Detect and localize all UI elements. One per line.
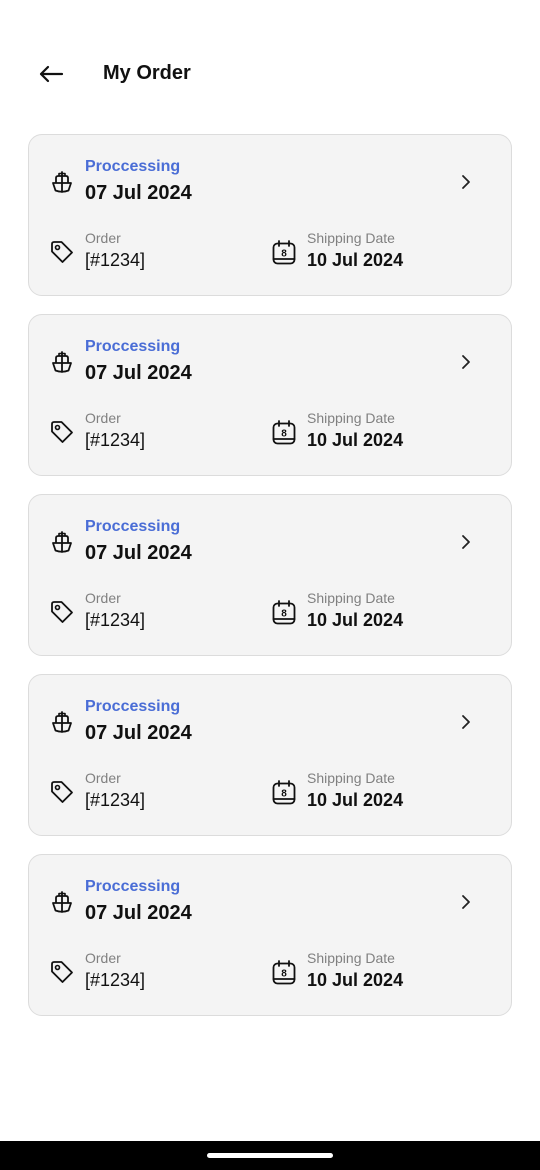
order-card-5[interactable]: Proccessing 07 Jul 2024 Order [#1234] 8 … — [28, 854, 512, 1016]
order-status: Proccessing — [85, 878, 181, 895]
arrow-left-icon — [39, 65, 64, 83]
ship-icon — [52, 171, 72, 193]
svg-text:8: 8 — [281, 789, 287, 800]
shipping-date-label: Shipping Date — [307, 230, 395, 246]
order-date: 07 Jul 2024 — [85, 182, 192, 204]
order-number: [#1234] — [85, 250, 146, 270]
shipping-date-label: Shipping Date — [307, 410, 395, 426]
shipping-date: 10 Jul 2024 — [307, 250, 404, 270]
chevron-right-icon — [462, 715, 470, 729]
back-button[interactable] — [30, 56, 72, 92]
tag-icon — [51, 961, 73, 983]
shipping-date-label: Shipping Date — [307, 590, 395, 606]
order-card-1[interactable]: Proccessing 07 Jul 2024 Order [#1234] 8 … — [28, 134, 512, 296]
shipping-date: 10 Jul 2024 — [307, 970, 404, 990]
calendar-icon: 8 — [272, 420, 296, 445]
order-label: Order — [85, 950, 121, 966]
ship-icon — [52, 891, 72, 913]
calendar-icon: 8 — [272, 240, 296, 265]
shipping-date: 10 Jul 2024 — [307, 430, 404, 450]
order-number: [#1234] — [85, 790, 146, 810]
svg-text:8: 8 — [281, 249, 287, 260]
order-status: Proccessing — [85, 698, 181, 715]
chevron-right-icon — [462, 895, 470, 909]
order-card-4[interactable]: Proccessing 07 Jul 2024 Order [#1234] 8 … — [28, 674, 512, 836]
order-number: [#1234] — [85, 430, 146, 450]
shipping-date: 10 Jul 2024 — [307, 790, 404, 810]
svg-text:8: 8 — [281, 609, 287, 620]
shipping-date-label: Shipping Date — [307, 770, 395, 786]
home-indicator[interactable] — [207, 1153, 333, 1158]
calendar-icon: 8 — [272, 600, 296, 625]
ship-icon — [52, 531, 72, 553]
app-header: My Order — [0, 46, 540, 102]
chevron-right-icon — [462, 175, 470, 189]
order-card-3[interactable]: Proccessing 07 Jul 2024 Order [#1234] 8 … — [28, 494, 512, 656]
order-card-2[interactable]: Proccessing 07 Jul 2024 Order [#1234] 8 … — [28, 314, 512, 476]
order-status: Proccessing — [85, 338, 181, 355]
svg-text:8: 8 — [281, 429, 287, 440]
page-title: My Order — [103, 62, 191, 84]
order-number: [#1234] — [85, 610, 146, 630]
ship-icon — [52, 711, 72, 733]
shipping-date: 10 Jul 2024 — [307, 610, 404, 630]
order-list: Proccessing 07 Jul 2024 Order [#1234] 8 … — [28, 134, 512, 1034]
order-label: Order — [85, 230, 121, 246]
order-date: 07 Jul 2024 — [85, 722, 192, 744]
order-label: Order — [85, 590, 121, 606]
shipping-date-label: Shipping Date — [307, 950, 395, 966]
my-order-screen: My Order Proccessing 07 Jul 2024 Order [… — [0, 0, 540, 1170]
order-status: Proccessing — [85, 518, 181, 535]
calendar-icon: 8 — [272, 960, 296, 985]
tag-icon — [51, 421, 73, 443]
chevron-right-icon — [462, 535, 470, 549]
order-date: 07 Jul 2024 — [85, 362, 192, 384]
chevron-right-icon — [462, 355, 470, 369]
order-date: 07 Jul 2024 — [85, 542, 192, 564]
order-date: 07 Jul 2024 — [85, 902, 192, 924]
system-navigation-bar — [0, 1141, 540, 1170]
order-status: Proccessing — [85, 158, 181, 175]
order-label: Order — [85, 770, 121, 786]
tag-icon — [51, 781, 73, 803]
order-number: [#1234] — [85, 970, 146, 990]
tag-icon — [51, 241, 73, 263]
order-label: Order — [85, 410, 121, 426]
ship-icon — [52, 351, 72, 373]
svg-text:8: 8 — [281, 969, 287, 980]
calendar-icon: 8 — [272, 780, 296, 805]
tag-icon — [51, 601, 73, 623]
